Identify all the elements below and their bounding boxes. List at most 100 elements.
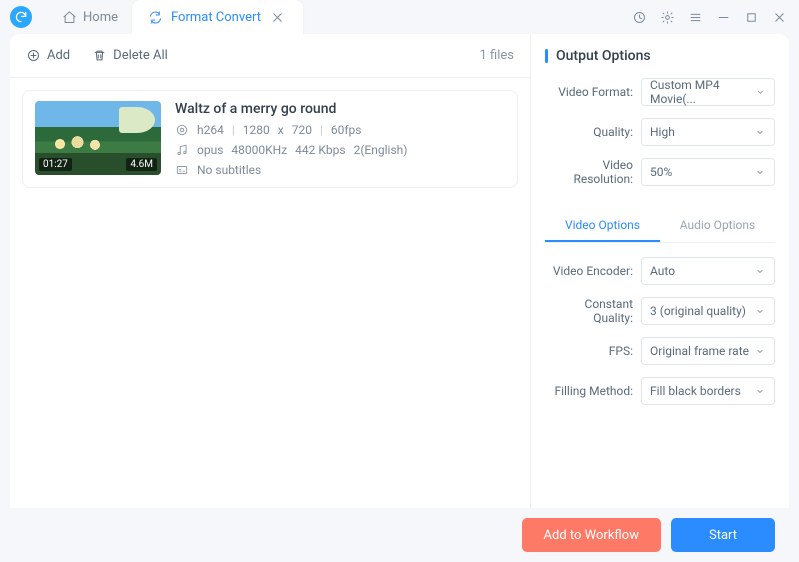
app-logo [10,6,32,28]
left-column: Add Delete All 1 files 01:27 4.6M Waltz … [10,34,531,508]
settings-button[interactable] [657,7,677,27]
label-video-encoder: Video Encoder: [545,264,641,278]
label-video-format: Video Format: [545,85,641,99]
tabs: Home Format Convert [48,0,303,34]
select-quality-value: High [650,125,675,139]
top-bar: Home Format Convert [0,0,799,34]
select-video-encoder-value: Auto [650,264,675,278]
subtitle-row: No subtitles [175,163,505,177]
history-button[interactable] [629,7,649,27]
add-button[interactable]: Add [26,48,70,63]
video-meta-row: h264 | 1280 x 720 | 60fps [175,123,505,137]
chevron-down-icon [754,345,766,357]
output-options-heading: Output Options [545,48,775,64]
window-controls [629,7,789,27]
select-quality[interactable]: High [641,118,775,146]
tab-home-label: Home [83,10,118,25]
row-quality: Quality: High [545,118,775,146]
tab-format-convert[interactable]: Format Convert [132,0,303,34]
sync-icon [148,10,163,25]
audio-bitrate: 442 Kbps [295,143,345,157]
minimize-icon [716,10,731,25]
body: Add Delete All 1 files 01:27 4.6M Waltz … [10,34,789,508]
subtitle-icon [175,163,189,177]
file-thumbnail: 01:27 4.6M [35,101,161,175]
row-resolution: Video Resolution: 50% [545,158,775,186]
label-constant-quality: Constant Quality: [545,297,641,325]
options-subtabs: Video Options Audio Options [545,210,775,243]
audio-meta-row: opus 48000KHz 442 Kbps 2(English) [175,143,505,157]
chevron-down-icon [755,86,766,98]
audio-codec: opus [197,143,223,157]
home-icon [62,10,77,25]
file-card[interactable]: 01:27 4.6M Waltz of a merry go round h26… [22,90,518,188]
label-resolution: Video Resolution: [545,158,641,186]
select-fps-value: Original frame rate [650,344,749,358]
res-w: 1280 [243,123,270,137]
select-video-format-value: Custom MP4 Movie(... [650,78,755,106]
subtitle-text: No subtitles [197,163,261,177]
select-fps[interactable]: Original frame rate [641,337,775,365]
chevron-down-icon [754,305,766,317]
select-filling-method-value: Fill black borders [650,384,741,398]
select-filling-method[interactable]: Fill black borders [641,377,775,405]
start-button[interactable]: Start [671,518,775,552]
file-title: Waltz of a merry go round [175,101,505,117]
file-info: Waltz of a merry go round h264 | 1280 x … [175,101,505,177]
close-button[interactable] [769,7,789,27]
subtab-video-options[interactable]: Video Options [545,210,660,242]
video-fps: 60fps [331,123,362,137]
body-columns: Add Delete All 1 files 01:27 4.6M Waltz … [10,34,789,508]
menu-icon [688,10,703,25]
chevron-down-icon [754,385,766,397]
subtab-audio-options[interactable]: Audio Options [660,210,775,242]
audio-ch: 2(English) [354,143,408,157]
chevron-down-icon [754,166,766,178]
select-resolution[interactable]: 50% [641,158,775,186]
file-count: 1 files [480,48,515,63]
gear-icon [660,10,675,25]
thumb-duration: 01:27 [39,158,72,171]
clock-icon [632,10,647,25]
row-constant-quality: Constant Quality: 3 (original quality) [545,297,775,325]
refresh-icon [14,10,28,24]
audio-rate: 48000KHz [231,143,287,157]
select-constant-quality[interactable]: 3 (original quality) [641,297,775,325]
label-quality: Quality: [545,125,641,139]
video-codec: h264 [197,123,224,137]
video-icon [175,123,189,137]
delete-all-button[interactable]: Delete All [92,48,168,63]
music-icon [175,143,189,157]
app-window: Home Format Convert [0,0,799,562]
select-constant-quality-value: 3 (original quality) [650,304,746,318]
row-fps: FPS: Original frame rate [545,337,775,365]
trash-icon [92,48,107,63]
left-toolbar: Add Delete All 1 files [10,34,530,78]
label-fps: FPS: [545,344,641,358]
chevron-down-icon [754,126,766,138]
add-label: Add [47,48,70,63]
select-video-format[interactable]: Custom MP4 Movie(... [641,78,775,106]
res-x: x [278,123,284,137]
tab-home[interactable]: Home [48,0,132,34]
maximize-icon [744,10,759,25]
row-filling-method: Filling Method: Fill black borders [545,377,775,405]
delete-all-label: Delete All [113,48,168,63]
tab-active-label: Format Convert [171,10,261,25]
menu-button[interactable] [685,7,705,27]
label-filling-method: Filling Method: [545,384,641,398]
right-column: Output Options Video Format: Custom MP4 … [531,34,789,508]
row-video-encoder: Video Encoder: Auto [545,257,775,285]
plus-icon [26,48,41,63]
maximize-button[interactable] [741,7,761,27]
minimize-button[interactable] [713,7,733,27]
res-h: 720 [292,123,312,137]
tab-close-button[interactable] [269,8,287,26]
select-video-encoder[interactable]: Auto [641,257,775,285]
close-icon [270,10,285,25]
select-resolution-value: 50% [650,165,672,179]
add-to-workflow-button[interactable]: Add to Workflow [522,518,661,552]
close-icon [772,10,787,25]
chevron-down-icon [754,265,766,277]
thumb-size: 4.6M [126,158,157,171]
